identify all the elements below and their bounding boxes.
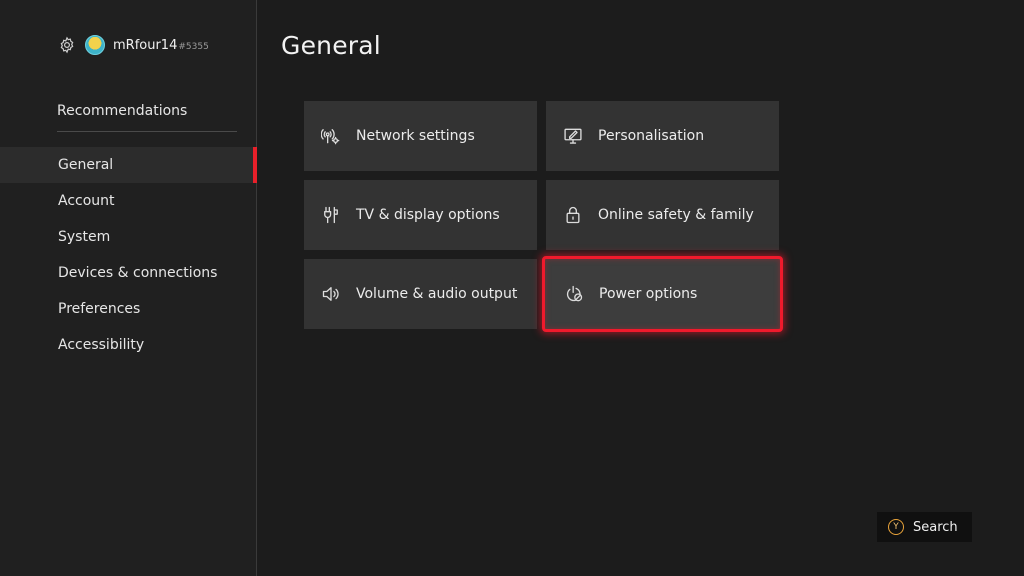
sidebar-nav: General Account System Devices & connect… (0, 147, 257, 363)
tile-label: TV & display options (356, 207, 500, 223)
avatar[interactable] (85, 35, 105, 55)
search-label: Search (913, 519, 958, 535)
sidebar-item-label: System (58, 229, 111, 245)
gamertag-suffix: #5355 (178, 41, 209, 52)
sidebar-item-accessibility[interactable]: Accessibility (0, 327, 256, 363)
network-settings-tile[interactable]: Network settings (304, 101, 537, 171)
gamertag-name: mRfour14 (113, 37, 178, 53)
sidebar-item-label: Account (58, 193, 115, 209)
sidebar-item-system[interactable]: System (0, 219, 256, 255)
power-options-tile[interactable]: Power options (542, 256, 783, 332)
gamertag: mRfour14#5355 (113, 38, 209, 53)
sidebar-item-devices-connections[interactable]: Devices & connections (0, 255, 256, 291)
y-button-icon: Y (888, 519, 904, 535)
volume-audio-output-tile[interactable]: Volume & audio output (304, 259, 537, 329)
page-title: General (281, 31, 381, 60)
profile-header: mRfour14#5355 (57, 33, 209, 57)
lock-icon (563, 205, 583, 225)
tv-display-icon (321, 205, 341, 225)
network-icon (321, 126, 341, 146)
search-button[interactable]: Y Search (877, 512, 972, 542)
sidebar-item-label: Accessibility (58, 337, 145, 353)
sidebar-item-account[interactable]: Account (0, 183, 256, 219)
tile-label: Personalisation (598, 128, 705, 144)
sidebar: mRfour14#5355 Recommendations General Ac… (0, 0, 257, 576)
sidebar-item-label: General (58, 157, 114, 173)
sidebar-item-label: Devices & connections (58, 265, 218, 281)
sidebar-item-preferences[interactable]: Preferences (0, 291, 256, 327)
online-safety-family-tile[interactable]: Online safety & family (546, 180, 779, 250)
tile-label: Volume & audio output (356, 286, 518, 302)
sidebar-item-label: Preferences (58, 301, 141, 317)
personalisation-icon (563, 126, 583, 146)
sidebar-item-recommendations[interactable]: Recommendations (57, 103, 187, 119)
speaker-icon (321, 284, 341, 304)
tile-label: Network settings (356, 128, 475, 144)
tile-label: Power options (599, 286, 698, 302)
gear-icon[interactable] (57, 35, 77, 55)
personalisation-tile[interactable]: Personalisation (546, 101, 779, 171)
sidebar-item-general[interactable]: General (0, 147, 257, 183)
tile-label: Online safety & family (598, 207, 754, 223)
sidebar-divider (57, 131, 237, 132)
tv-display-options-tile[interactable]: TV & display options (304, 180, 537, 250)
power-icon (564, 284, 584, 304)
